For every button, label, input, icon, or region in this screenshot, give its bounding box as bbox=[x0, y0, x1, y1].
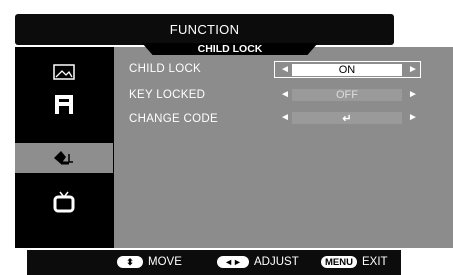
left-arrow-icon[interactable]: ◄ bbox=[280, 113, 290, 123]
lock-key-icon bbox=[54, 151, 73, 165]
adjust-label: ADJUST bbox=[254, 256, 299, 268]
exit-hint: MENU EXIT bbox=[321, 256, 388, 268]
key-locked-value[interactable]: OFF bbox=[292, 89, 402, 101]
menu-header: FUNCTION bbox=[15, 14, 394, 45]
left-arrow-icon[interactable]: ◄ bbox=[280, 90, 290, 100]
function-icon bbox=[55, 95, 73, 114]
left-arrow-icon[interactable]: ◄ bbox=[280, 65, 290, 75]
right-arrow-icon[interactable]: ► bbox=[408, 113, 418, 123]
sidebar-item-picture[interactable] bbox=[15, 57, 113, 87]
move-label: MOVE bbox=[148, 256, 182, 268]
row-label-key-locked: KEY LOCKED bbox=[129, 89, 206, 101]
right-arrow-icon[interactable]: ► bbox=[408, 90, 418, 100]
section-title: CHILD LOCK bbox=[142, 43, 318, 55]
sidebar-item-function[interactable] bbox=[15, 90, 113, 120]
change-code-value[interactable]: ↵ bbox=[292, 112, 402, 125]
footer-hints: ⬍ MOVE ◄► ADJUST MENU EXIT bbox=[27, 250, 401, 275]
tv-icon bbox=[53, 191, 75, 213]
menu-title: FUNCTION bbox=[169, 22, 240, 37]
row-label-change-code: CHANGE CODE bbox=[129, 113, 218, 125]
child-lock-value[interactable]: ON bbox=[292, 64, 402, 76]
sidebar-item-tv[interactable] bbox=[15, 187, 113, 217]
picture-icon bbox=[53, 64, 75, 80]
exit-label: EXIT bbox=[361, 256, 388, 268]
move-hint: ⬍ MOVE bbox=[117, 256, 182, 268]
adjust-hint: ◄► ADJUST bbox=[217, 256, 299, 268]
sidebar bbox=[15, 47, 113, 248]
row-label-child-lock: CHILD LOCK bbox=[129, 63, 202, 75]
enter-icon: ↵ bbox=[342, 112, 352, 125]
adjust-key-icon: ◄► bbox=[217, 256, 249, 268]
sidebar-item-lock[interactable] bbox=[15, 143, 113, 173]
menu-key-icon: MENU bbox=[321, 256, 357, 268]
move-key-icon: ⬍ bbox=[117, 256, 143, 268]
right-arrow-icon[interactable]: ► bbox=[408, 65, 418, 75]
